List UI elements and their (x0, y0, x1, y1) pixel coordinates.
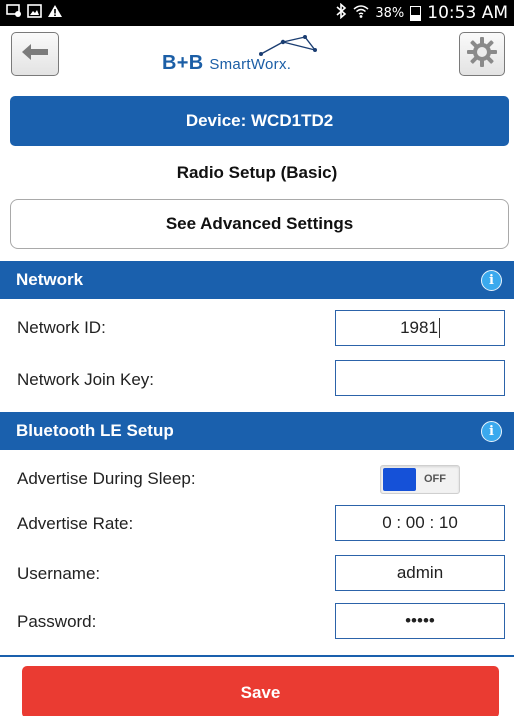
device-title-bar: Device: WCD1TD2 (10, 96, 509, 146)
advanced-settings-label: See Advanced Settings (165, 214, 354, 233)
password-value: ••••• (405, 611, 435, 630)
password-field[interactable]: ••••• (335, 603, 505, 639)
device-title: Device: WCD1TD2 (185, 111, 334, 130)
network-id-label: Network ID: (17, 318, 106, 337)
network-section-title: Network (16, 270, 84, 289)
password-label: Password: (17, 612, 97, 631)
battery-icon (410, 5, 422, 21)
save-label: Save (240, 683, 281, 702)
wifi-icon (353, 4, 369, 23)
username-label: Username: (17, 564, 101, 583)
toggle-state-text: OFF (424, 473, 446, 485)
battery-percent: 38% (375, 5, 405, 21)
logo-secondary-text: SmartWorx (209, 56, 287, 73)
advertise-sleep-toggle[interactable]: OFF (380, 465, 460, 494)
app-bar: B+B SmartWorx. (0, 26, 514, 96)
clock: 10:53 AM (427, 3, 508, 23)
network-id-value: 1981 (400, 318, 438, 337)
advertise-sleep-label: Advertise During Sleep: (17, 469, 196, 488)
advertise-rate-label: Advertise Rate: (17, 514, 134, 533)
settings-button[interactable] (459, 32, 505, 76)
advertise-rate-field[interactable]: 0 : 00 : 10 (335, 505, 505, 541)
page-title: Radio Setup (Basic) (176, 163, 338, 182)
toggle-knob (383, 468, 416, 491)
bluetooth-section-title: Bluetooth LE Setup (16, 421, 174, 440)
status-bar: 38% 10:53 AM (0, 0, 514, 26)
network-join-key-label: Network Join Key: (17, 370, 154, 389)
back-arrow-icon (20, 42, 50, 67)
footer-divider (0, 655, 514, 657)
network-id-field[interactable]: 1981 (335, 310, 505, 346)
advertise-rate-value: 0 : 00 : 10 (382, 513, 458, 532)
logo-suffix-text: . (286, 56, 292, 73)
image-icon (27, 3, 42, 23)
bluetooth-section-header: Bluetooth LE Setup i (0, 412, 514, 450)
back-button[interactable] (11, 32, 59, 76)
info-icon[interactable]: i (481, 421, 502, 442)
bluetooth-icon (335, 2, 347, 23)
usb-debug-icon (6, 3, 22, 23)
advanced-settings-button[interactable]: See Advanced Settings (10, 199, 509, 249)
brand-logo: B+B SmartWorx. (160, 34, 360, 78)
gear-icon (466, 36, 498, 73)
network-section-header: Network i (0, 261, 514, 299)
username-value: admin (396, 563, 444, 582)
text-caret (438, 318, 440, 338)
warning-icon (47, 4, 63, 23)
info-icon[interactable]: i (481, 270, 502, 291)
network-join-key-field[interactable] (335, 360, 505, 396)
logo-primary-text: B+B (162, 52, 204, 74)
save-button[interactable]: Save (22, 666, 499, 716)
status-bar-notifications (0, 3, 63, 23)
username-field[interactable]: admin (335, 555, 505, 591)
